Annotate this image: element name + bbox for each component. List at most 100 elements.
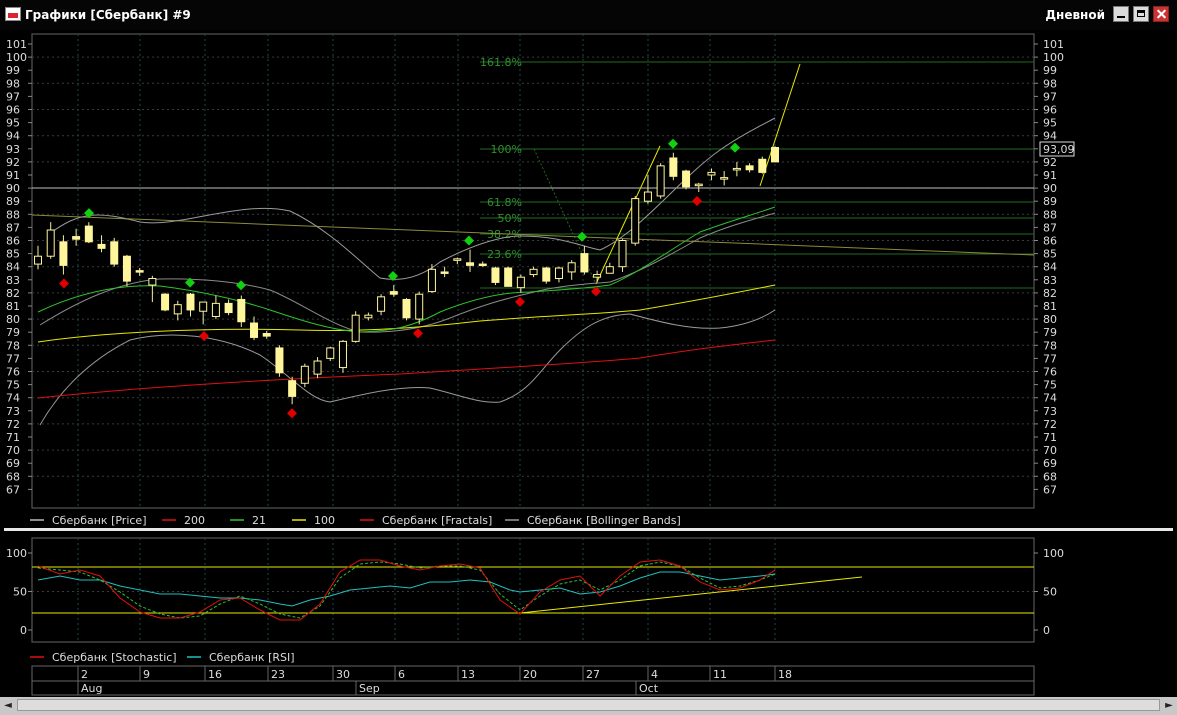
candle	[491, 266, 500, 286]
candle	[262, 330, 271, 339]
fractal-down-marker	[59, 278, 69, 289]
scroll-left-arrow-icon[interactable]: ◄	[0, 697, 16, 715]
candle	[351, 311, 360, 343]
candle	[224, 299, 233, 316]
legend-label: Сбербанк [Stochastic]	[52, 651, 177, 664]
osc-tick-label: 0	[1043, 624, 1050, 637]
candle	[237, 295, 246, 327]
trend-lines	[31, 63, 1035, 285]
candle	[720, 171, 729, 186]
price-tick-label: 84	[1043, 261, 1057, 274]
candle	[300, 363, 309, 388]
month-label: Oct	[639, 682, 659, 695]
candlestick-series	[34, 146, 779, 405]
price-tick-label: 74	[6, 392, 20, 405]
price-tick-label: 80	[6, 313, 20, 326]
date-tick-label: 20	[523, 668, 537, 681]
candle	[199, 301, 208, 325]
candle	[46, 222, 55, 259]
panel-splitter[interactable]	[4, 528, 1173, 531]
legend-label: Сбербанк [Bollinger Bands]	[527, 514, 681, 527]
price-tick-label: 89	[1043, 195, 1057, 208]
fib-label: 161.8%	[480, 56, 522, 69]
scrollbar-thumb[interactable]	[17, 699, 1160, 711]
candle	[643, 175, 652, 204]
fractal-down-marker	[692, 196, 702, 207]
price-tick-label: 71	[1043, 431, 1057, 444]
stochastic-line	[37, 559, 776, 621]
candle	[389, 285, 398, 297]
price-tick-label: 84	[6, 261, 20, 274]
date-tick-label: 13	[461, 668, 475, 681]
fractal-down-marker	[413, 328, 423, 339]
price-tick-label: 81	[1043, 300, 1057, 313]
legend-label: Сбербанк [RSI]	[209, 651, 295, 664]
price-tick-label: 72	[6, 418, 20, 431]
price-tick-label: 76	[6, 366, 20, 379]
candle	[504, 266, 513, 287]
date-tick-label: 9	[143, 668, 150, 681]
legend-label: Сбербанк [Fractals]	[382, 514, 492, 527]
candle	[745, 163, 754, 173]
price-tick-label: 73	[6, 405, 20, 418]
candle	[84, 222, 93, 244]
candle	[415, 291, 424, 325]
price-tick-label: 101	[1043, 38, 1064, 51]
horizontal-scrollbar[interactable]: ◄ ►	[0, 697, 1177, 715]
price-tick-label: 70	[1043, 444, 1057, 457]
ma200-line	[37, 339, 776, 399]
candle	[148, 275, 157, 303]
candle	[669, 152, 678, 181]
candle	[707, 168, 716, 181]
candle	[326, 346, 335, 362]
price-tick-label: 69	[6, 457, 20, 470]
candle	[656, 163, 665, 199]
chart-canvas[interactable]: 1011009998979695949392919089888786858483…	[0, 0, 1177, 697]
price-tick-label: 85	[6, 248, 20, 261]
price-tick-label: 86	[1043, 235, 1057, 248]
price-tick-label: 87	[6, 221, 20, 234]
date-tick-label: 30	[336, 668, 350, 681]
price-tick-label: 77	[1043, 352, 1057, 365]
stochastic-signal-line	[37, 561, 776, 619]
bollinger-upper-band	[47, 117, 776, 280]
price-tick-label: 97	[6, 90, 20, 103]
candle	[440, 266, 449, 278]
price-tick-label: 68	[6, 470, 20, 483]
fractal-down-marker	[287, 408, 297, 419]
price-tick-label: 76	[1043, 366, 1057, 379]
osc-tick-label: 100	[6, 547, 27, 560]
oscillator-gridlines	[32, 538, 1034, 642]
price-tick-label: 80	[1043, 313, 1057, 326]
fractal-up-marker	[464, 235, 474, 246]
candle	[453, 257, 462, 265]
oscillator-trend-line	[519, 576, 863, 614]
price-tick-label: 98	[1043, 77, 1057, 90]
candle	[135, 268, 144, 276]
candle	[466, 249, 475, 272]
candle	[554, 266, 563, 283]
price-tick-label: 78	[1043, 339, 1057, 352]
candle	[186, 292, 195, 317]
price-tick-label: 78	[6, 339, 20, 352]
price-tick-label: 92	[6, 156, 20, 169]
price-tick-label: 97	[1043, 90, 1057, 103]
price-tick-label: 77	[6, 352, 20, 365]
price-tick-label: 81	[6, 300, 20, 313]
candle	[682, 169, 691, 190]
price-tick-label: 73	[1043, 405, 1057, 418]
price-gridlines	[32, 56, 1034, 477]
price-tick-label: 94	[6, 130, 20, 143]
date-tick-label: 4	[651, 668, 658, 681]
candle	[427, 264, 436, 293]
candle	[694, 182, 703, 193]
scroll-right-arrow-icon[interactable]: ►	[1161, 697, 1177, 715]
candle	[529, 266, 538, 278]
price-tick-label: 83	[1043, 274, 1057, 287]
price-tick-label: 96	[6, 104, 20, 117]
fib-label: 50%	[498, 212, 522, 225]
price-axis-right: 1011009998979695949392919089888786858483…	[1034, 38, 1064, 496]
price-tick-label: 101	[6, 38, 27, 51]
price-tick-label: 88	[1043, 208, 1057, 221]
candle	[110, 237, 119, 267]
